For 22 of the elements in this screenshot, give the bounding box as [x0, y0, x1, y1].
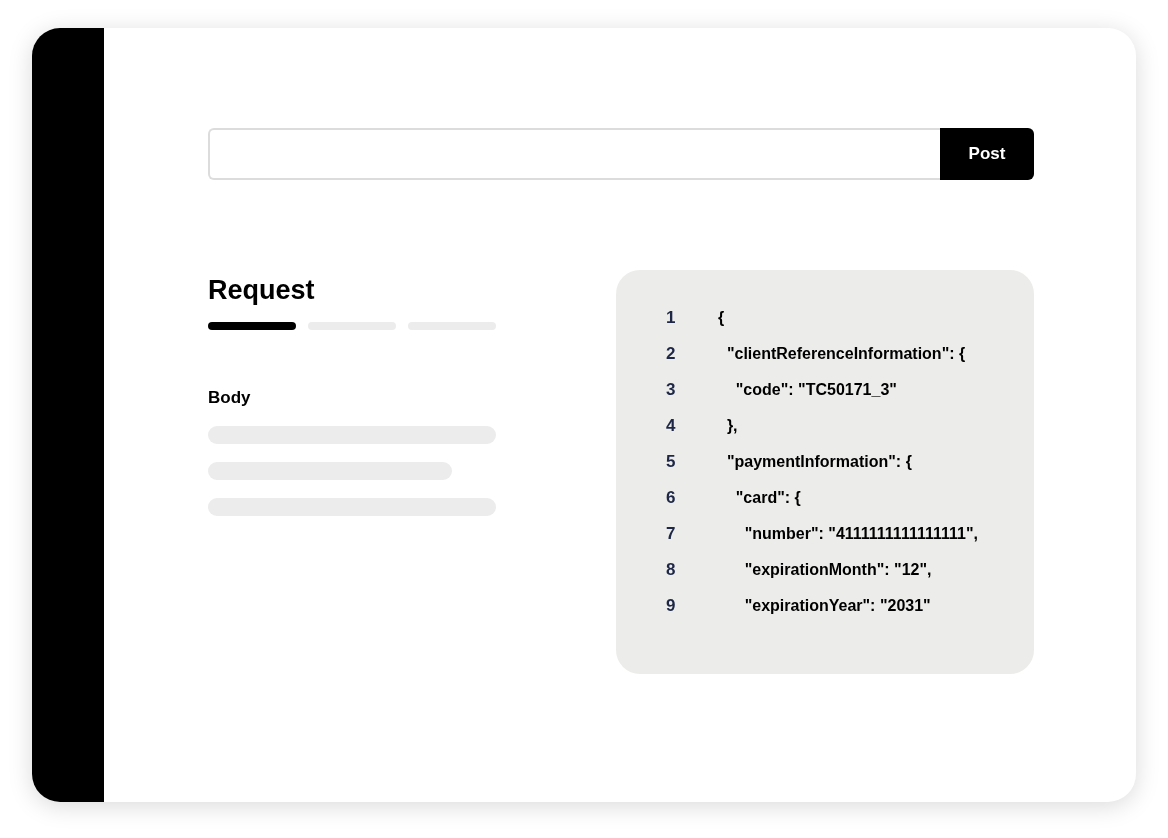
line-number: 4 [666, 415, 677, 438]
line-number: 2 [666, 343, 677, 366]
code-line: "clientReferenceInformation": { [725, 344, 966, 364]
line-number: 7 [666, 523, 677, 546]
post-button[interactable]: Post [940, 128, 1034, 180]
code-line: "number": "4111111111111111", [743, 524, 978, 544]
line-number: 3 [666, 379, 677, 402]
line-number: 1 [666, 307, 677, 330]
code-line: { [718, 308, 725, 328]
code-line: "card": { [734, 488, 801, 508]
code-line: "paymentInformation": { [725, 452, 912, 472]
line-number: 8 [666, 559, 677, 582]
code-line: "expirationMonth": "12", [743, 560, 932, 580]
code-line: }, [725, 416, 738, 436]
url-field[interactable] [208, 128, 940, 180]
line-number: 9 [666, 595, 677, 618]
body-label: Body [208, 387, 252, 409]
line-number: 6 [666, 487, 677, 510]
line-number: 5 [666, 451, 677, 474]
request-heading: Request [208, 274, 316, 307]
code-line: "expirationYear": "2031" [743, 596, 931, 616]
code-line: "code": "TC50171_3" [734, 380, 897, 400]
